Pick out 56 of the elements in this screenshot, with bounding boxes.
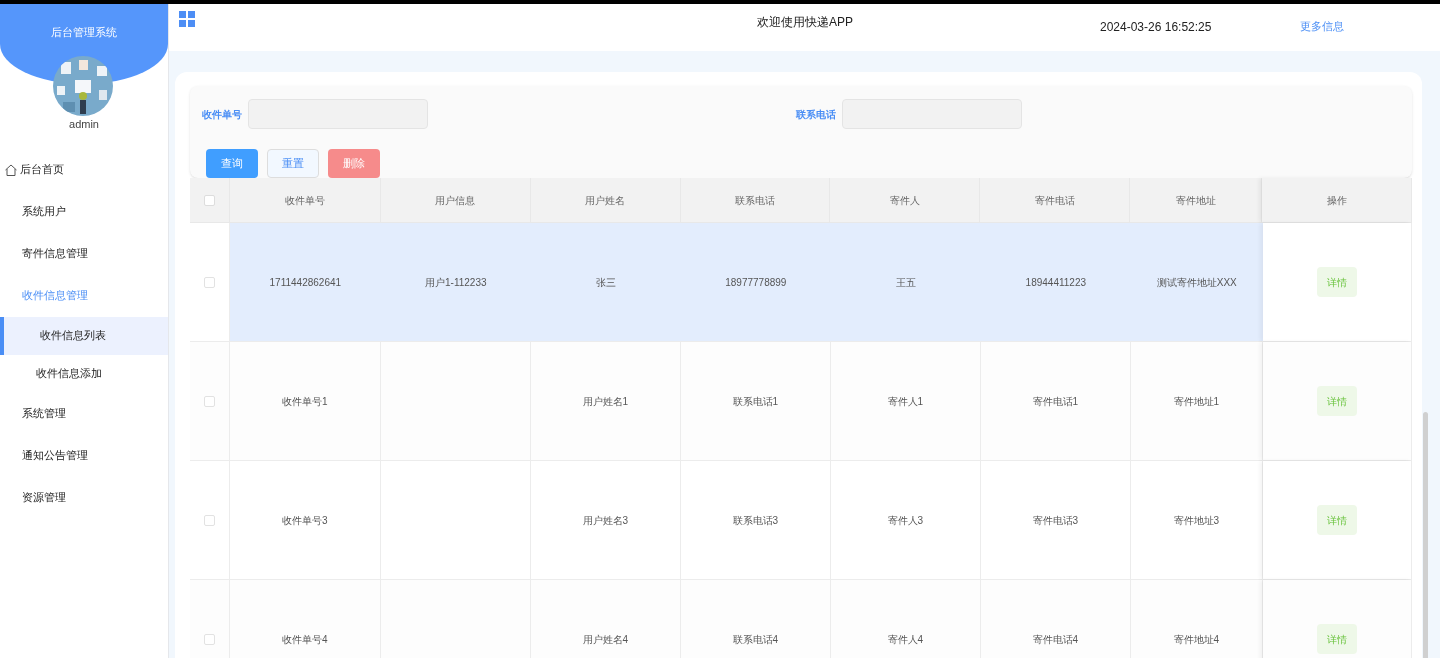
menu-item[interactable]: 资源管理 (0, 476, 168, 519)
column-header: 用户姓名 (585, 193, 626, 208)
field-label: 收件单号 (202, 107, 242, 122)
table-cell-text: 寄件电话4 (1032, 632, 1079, 647)
menu-item[interactable]: 寄件信息管理 (0, 232, 168, 275)
row-checkbox[interactable] (203, 633, 215, 645)
row-checkbox[interactable] (203, 514, 215, 526)
table-cell-text: 18977778899 (725, 275, 787, 290)
table-cell-text: 收件单号3 (282, 513, 328, 528)
column-header: 寄件电话 (1034, 193, 1075, 208)
grid-icon[interactable] (179, 11, 195, 27)
header-title: 欢迎使用快递APP (757, 14, 853, 31)
submenu-item[interactable]: 收件信息列表 (0, 316, 168, 355)
app-title: 后台管理系统 (51, 25, 117, 39)
column-header: 收件单号 (284, 193, 325, 208)
row-checkbox[interactable] (203, 276, 215, 288)
table-cell-text: 寄件地址4 (1173, 632, 1220, 647)
table-cell-text: 用户1-112233 (425, 275, 487, 290)
table-cell-text: 寄件人3 (887, 513, 924, 528)
table-cell-text: 收件单号1 (282, 394, 328, 409)
table-cell-text: 用户姓名4 (582, 632, 629, 647)
table-cell-text: 寄件地址1 (1173, 394, 1220, 409)
column-header: 寄件地址 (1175, 193, 1216, 208)
row-checkbox[interactable] (203, 395, 215, 407)
table-cell-text: 王五 (895, 275, 916, 290)
home-icon (4, 162, 18, 177)
menu-item[interactable]: 系统管理 (0, 392, 168, 435)
date-time: 2024-03-26 16:52:25 (1100, 19, 1212, 36)
field-label: 联系电话 (796, 107, 836, 122)
scrollbar[interactable] (1423, 412, 1428, 658)
table-cell-text: 测试寄件地址XXX (1156, 275, 1237, 290)
table-cell-text: 联系电话4 (732, 632, 779, 647)
menu-item[interactable]: 通知公告管理 (0, 434, 168, 477)
table-cell-text: 联系电话3 (732, 513, 779, 528)
select-all-checkbox[interactable] (204, 194, 215, 206)
table-cell-text: 1711442862641 (269, 275, 342, 290)
column-header: 寄件人 (889, 193, 920, 208)
table-cell-text: 18944411223 (1025, 275, 1086, 290)
user-name: admin (69, 118, 99, 130)
table-cell-text: 用户姓名1 (582, 394, 629, 409)
table-cell-text: 用户姓名3 (582, 513, 629, 528)
menu-item[interactable]: 系统用户 (0, 190, 168, 233)
table-cell-text: 收件单号4 (282, 632, 328, 647)
column-header: 联系电话 (735, 193, 776, 208)
table-cell-text: 寄件电话1 (1032, 394, 1079, 409)
submenu-item[interactable]: 收件信息添加 (0, 354, 168, 393)
menu-item[interactable]: 后台首页 (0, 148, 168, 191)
table-cell-text: 寄件地址3 (1173, 513, 1220, 528)
column-header: 操作 (1326, 193, 1347, 208)
table-cell-text: 寄件电话3 (1032, 513, 1079, 528)
column-header: 用户信息 (435, 193, 476, 208)
table-cell-text: 寄件人4 (887, 632, 924, 647)
selected-row[interactable]: 1711442862641 用户1-112233 张三 18977778899 王五 18944411223 测试寄件地址XXX (229, 223, 1263, 341)
table-cell-text: 联系电话1 (732, 394, 779, 409)
table-cell-text: 张三 (595, 275, 616, 290)
table-cell-text: 寄件人1 (887, 394, 924, 409)
